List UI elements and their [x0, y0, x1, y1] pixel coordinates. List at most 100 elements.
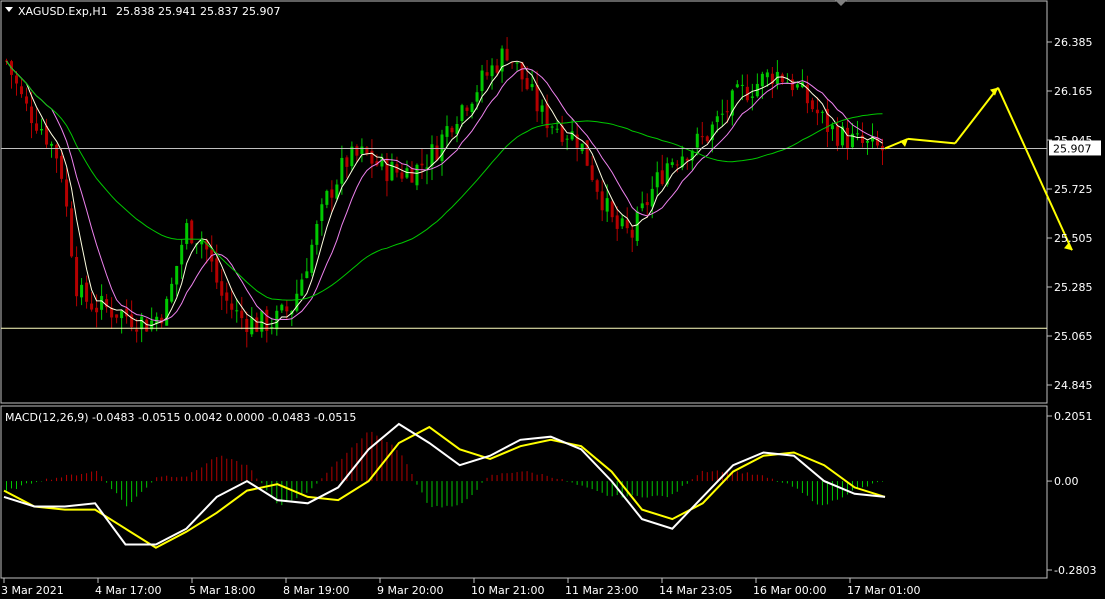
candle-body — [230, 303, 234, 310]
candle-body — [320, 204, 324, 221]
candle-body — [400, 172, 404, 179]
time-axis-label: 9 Mar 20:00 — [377, 584, 443, 597]
candle-body — [95, 307, 99, 313]
forecast-arrow-segment[interactable] — [997, 87, 1073, 251]
candle-body — [350, 146, 354, 167]
price-axis-label: 24.845 — [1054, 379, 1093, 392]
candle-body — [660, 170, 664, 185]
current-price-label: 25.907 — [1053, 142, 1092, 155]
candle-body — [15, 75, 19, 84]
candle-body — [180, 244, 184, 265]
candle-body — [630, 229, 634, 238]
time-axis-label: 14 Mar 23:05 — [659, 584, 732, 597]
candle-body — [445, 126, 449, 137]
time-axis-label: 3 Mar 2021 — [1, 584, 64, 597]
candle-body — [360, 146, 364, 155]
candle-body — [330, 189, 334, 198]
candle-body — [50, 143, 54, 146]
candle-body — [145, 319, 149, 332]
price-axis-label: 25.065 — [1054, 330, 1093, 343]
candle-body — [465, 107, 469, 111]
macd-axis-label: 0.2051 — [1054, 410, 1093, 423]
candle-body — [215, 258, 219, 283]
price-axis-label: 25.725 — [1054, 183, 1093, 196]
candle-body — [90, 303, 94, 310]
dropdown-triangle-icon[interactable] — [5, 7, 13, 12]
macd-axis-label: -0.2803 — [1054, 564, 1096, 577]
price-axis-label: 25.285 — [1054, 281, 1093, 294]
candle-body — [495, 65, 499, 73]
candle-body — [430, 144, 434, 166]
candle-body — [185, 223, 189, 244]
candle-body — [325, 190, 329, 205]
candle-body — [845, 127, 849, 149]
candle-body — [810, 100, 814, 110]
candle-body — [480, 70, 484, 92]
time-axis-label: 8 Mar 19:00 — [283, 584, 349, 597]
candle-body — [535, 84, 539, 112]
candle-body — [620, 218, 624, 227]
candle-body — [235, 310, 239, 312]
candle-body — [140, 316, 144, 330]
candle-body — [855, 133, 859, 135]
forecast-arrow-segment[interactable] — [954, 87, 999, 144]
candle-body — [355, 146, 359, 156]
candle-body — [240, 310, 244, 319]
candle-body — [305, 271, 309, 278]
candle-body — [600, 191, 604, 211]
candle-body — [420, 163, 424, 166]
candle-body — [300, 279, 304, 296]
candle-body — [720, 113, 724, 115]
candle-body — [175, 265, 179, 285]
macd-signal-line — [3, 425, 886, 549]
candle-body — [135, 329, 139, 332]
candle-body — [635, 211, 639, 241]
macd-main-line — [3, 422, 886, 546]
candle-body — [780, 74, 784, 83]
ma-mid-line — [6, 60, 883, 322]
candle-body — [490, 65, 494, 77]
candle-body — [310, 244, 314, 273]
candle-body — [440, 134, 444, 162]
candle-body — [515, 62, 519, 64]
candle-body — [580, 143, 584, 152]
candle-body — [815, 109, 819, 114]
candle-body — [760, 73, 764, 87]
candle-body — [100, 295, 104, 310]
candle-body — [650, 188, 654, 207]
candle-body — [675, 164, 679, 166]
candle-body — [700, 136, 704, 138]
candle-body — [505, 48, 509, 61]
macd-layer — [3, 422, 886, 549]
candle-body — [255, 317, 259, 332]
candle-body — [685, 158, 689, 161]
forecast-arrowhead-icon — [900, 138, 908, 147]
trading-chart[interactable]: XAGUSD.Exp,H1 25.838 25.941 25.837 25.90… — [0, 0, 1105, 599]
candle-body — [605, 198, 609, 212]
chart-shift-marker-icon[interactable] — [835, 0, 847, 6]
candle-body — [470, 103, 474, 113]
candle-body — [640, 203, 644, 209]
candle-body — [65, 179, 69, 207]
time-axis-label: 16 Mar 00:00 — [753, 584, 826, 597]
candle-body — [85, 282, 89, 302]
candle-body — [830, 125, 834, 130]
candle-body — [705, 136, 709, 142]
candle-body — [60, 155, 64, 179]
candle-body — [590, 165, 594, 181]
forecast-arrow-segment[interactable] — [907, 137, 956, 145]
candle-body — [670, 162, 674, 165]
macd-title: MACD(12,26,9) -0.0483 -0.0515 0.0042 0.0… — [5, 411, 356, 424]
candle-body — [615, 215, 619, 229]
candle-body — [765, 72, 769, 78]
candle-body — [540, 105, 544, 112]
candle-body — [115, 314, 119, 318]
macd-axis-label: 0.00 — [1054, 475, 1079, 488]
candle-body — [475, 92, 479, 102]
candle-body — [525, 78, 529, 90]
price-axis-label: 25.505 — [1054, 232, 1093, 245]
candle-body — [385, 158, 389, 182]
candle-body — [55, 144, 59, 159]
candle-body — [725, 111, 729, 113]
candle-body — [80, 284, 84, 298]
